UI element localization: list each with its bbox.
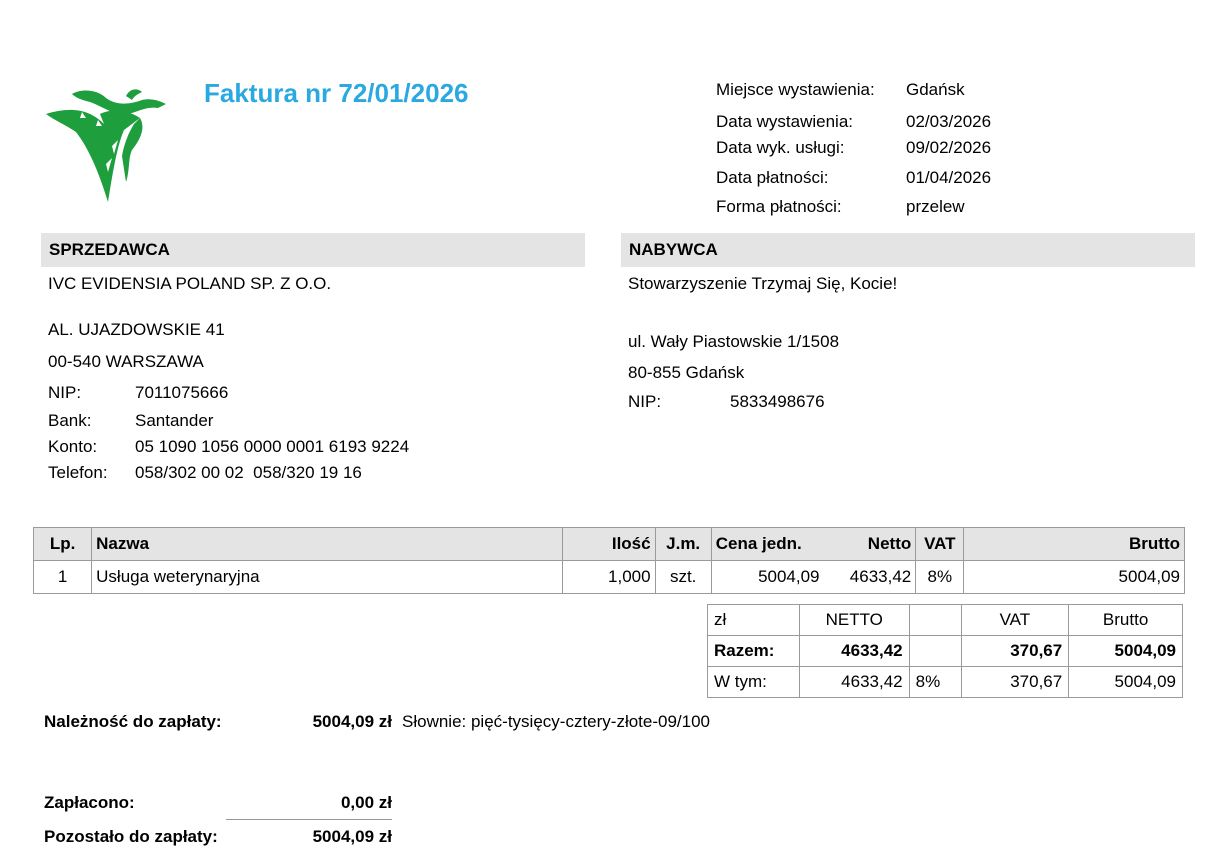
seller-heading: SPRZEDAWCA bbox=[41, 233, 585, 267]
seller-account-value: 05 1090 1056 0000 0001 6193 9224 bbox=[135, 437, 410, 456]
col-header-name: Nazwa bbox=[91, 527, 564, 561]
summary-breakdown-gross: 5004,09 bbox=[1068, 666, 1183, 698]
summary-header-net: NETTO bbox=[798, 604, 910, 636]
summary-breakdown-rate: 8% bbox=[908, 666, 962, 698]
buyer-heading: NABYWCA bbox=[621, 233, 1195, 267]
summary-header-row: zł NETTO VAT Brutto bbox=[707, 604, 1183, 636]
cell-net: 4633,42 bbox=[823, 560, 917, 594]
seller-phone-label: Telefon: bbox=[48, 463, 108, 482]
col-header-net: Netto bbox=[823, 527, 917, 561]
cell-unit: szt. bbox=[654, 560, 712, 594]
summary-total-gross: 5004,09 bbox=[1068, 635, 1183, 667]
cell-gross: 5004,09 bbox=[963, 560, 1185, 594]
summary-total-row: Razem: 4633,42 370,67 5004,09 bbox=[707, 635, 1183, 667]
paid-divider bbox=[226, 819, 392, 820]
col-header-unit-price: Cena jedn. bbox=[710, 527, 824, 561]
col-header-qty: Ilość bbox=[562, 527, 656, 561]
cell-qty: 1,000 bbox=[562, 560, 656, 594]
meta-label-issue-date: Data wystawienia: bbox=[716, 112, 854, 131]
seller-name: IVC EVIDENSIA POLAND SP. Z O.O. bbox=[48, 274, 332, 293]
items-table: Lp. Nazwa Ilość J.m. Cena jedn. Netto VA… bbox=[32, 527, 1185, 594]
meta-value-payment-method: przelew bbox=[906, 197, 965, 216]
veterinary-logo-icon bbox=[42, 84, 174, 208]
buyer-name: Stowarzyszenie Trzymaj Się, Kocie! bbox=[628, 274, 898, 293]
meta-label-service-date: Data wyk. usługi: bbox=[716, 138, 845, 157]
seller-account-label: Konto: bbox=[48, 437, 98, 456]
remaining-label: Pozostało do zapłaty: bbox=[44, 827, 218, 846]
summary-breakdown-label: W tym: bbox=[707, 666, 800, 698]
summary-header-currency: zł bbox=[707, 604, 800, 636]
buyer-city: 80-855 Gdańsk bbox=[628, 363, 745, 382]
seller-bank-label: Bank: bbox=[48, 411, 92, 430]
buyer-nip-label: NIP: bbox=[628, 392, 662, 411]
col-header-unit: J.m. bbox=[654, 527, 712, 561]
col-header-gross: Brutto bbox=[963, 527, 1185, 561]
summary-header-vat: VAT bbox=[960, 604, 1070, 636]
meta-value-place: Gdańsk bbox=[906, 80, 965, 99]
amount-in-words: Słownie: pięć-tysięcy-cztery-złote-09/10… bbox=[402, 712, 711, 731]
summary-breakdown-vat: 370,67 bbox=[960, 666, 1070, 698]
cell-lp: 1 bbox=[32, 560, 93, 594]
cell-name: Usługa weterynaryjna bbox=[91, 560, 564, 594]
amount-due-value: 5004,09 zł bbox=[312, 712, 392, 731]
seller-street: AL. UJAZDOWSKIE 41 bbox=[48, 320, 225, 339]
summary-total-label: Razem: bbox=[707, 635, 800, 667]
summary-total-vat: 370,67 bbox=[960, 635, 1070, 667]
summary-breakdown-net: 4633,42 bbox=[798, 666, 910, 698]
seller-city: 00-540 WARSZAWA bbox=[48, 352, 204, 371]
seller-bank-value: Santander bbox=[135, 411, 214, 430]
buyer-nip-value: 5833498676 bbox=[730, 392, 825, 411]
table-row: 1 Usługa weterynaryjna 1,000 szt. 5004,0… bbox=[32, 560, 1185, 594]
paid-value: 0,00 zł bbox=[340, 793, 392, 812]
buyer-street: ul. Wały Piastowskie 1/1508 bbox=[628, 332, 840, 351]
items-header-row: Lp. Nazwa Ilość J.m. Cena jedn. Netto VA… bbox=[32, 527, 1185, 561]
summary-breakdown-row: W tym: 4633,42 8% 370,67 5004,09 bbox=[707, 666, 1183, 698]
summary-total-rate bbox=[908, 635, 962, 667]
meta-value-payment-date: 01/04/2026 bbox=[906, 168, 992, 187]
invoice-title: Faktura nr 72/01/2026 bbox=[204, 78, 469, 108]
seller-nip-value: 7011075666 bbox=[135, 383, 229, 402]
meta-label-payment-method: Forma płatności: bbox=[716, 197, 842, 216]
col-header-lp: Lp. bbox=[32, 527, 93, 561]
cell-unit-price: 5004,09 bbox=[710, 560, 824, 594]
seller-nip-label: NIP: bbox=[48, 383, 82, 402]
summary-table: zł NETTO VAT Brutto Razem: 4633,42 370,6… bbox=[707, 604, 1183, 698]
summary-total-net: 4633,42 bbox=[798, 635, 910, 667]
col-header-vat: VAT bbox=[915, 527, 965, 561]
meta-value-service-date: 09/02/2026 bbox=[906, 138, 992, 157]
cell-vat: 8% bbox=[915, 560, 965, 594]
summary-header-gross: Brutto bbox=[1068, 604, 1183, 636]
remaining-value: 5004,09 zł bbox=[312, 827, 392, 846]
amount-due-label: Należność do zapłaty: bbox=[44, 712, 222, 731]
paid-label: Zapłacono: bbox=[44, 793, 135, 812]
summary-header-rate bbox=[908, 604, 962, 636]
meta-label-payment-date: Data płatności: bbox=[716, 168, 829, 187]
seller-phone-value: 058/302 00 02 058/320 19 16 bbox=[135, 463, 362, 482]
meta-label-place: Miejsce wystawienia: bbox=[716, 80, 875, 99]
meta-value-issue-date: 02/03/2026 bbox=[906, 112, 992, 131]
